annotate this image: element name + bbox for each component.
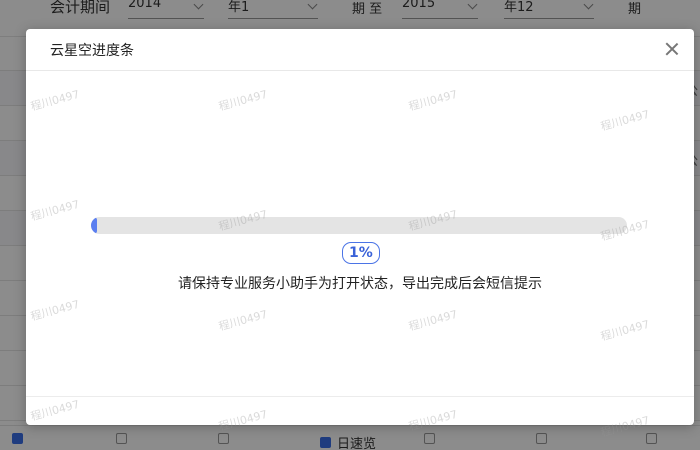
dialog-header: 云星空进度条 <box>26 29 694 71</box>
close-icon[interactable] <box>664 41 680 57</box>
progress-bar-fill <box>91 217 97 234</box>
dialog-title: 云星空进度条 <box>50 43 134 59</box>
dialog-footer-divider <box>26 396 694 397</box>
progress-dialog: 云星空进度条 1% 请保持专业服务小助手为打开状态，导出完成后会短信提示 <box>26 29 694 425</box>
progress-message: 请保持专业服务小助手为打开状态，导出完成后会短信提示 <box>178 276 542 292</box>
progress-percent-badge: 1% <box>342 242 380 264</box>
progress-bar <box>91 217 627 234</box>
